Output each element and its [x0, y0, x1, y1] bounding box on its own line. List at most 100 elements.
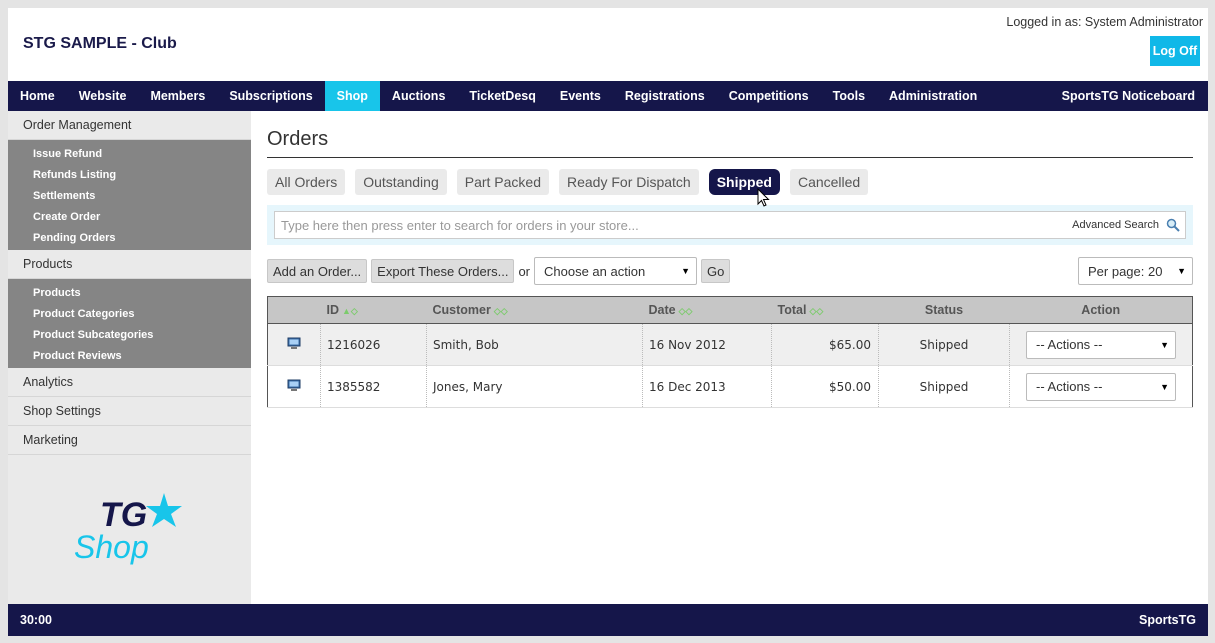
tab-part-packed[interactable]: Part Packed [456, 169, 549, 195]
sort-icon[interactable]: ◇◇ [809, 306, 823, 316]
cell-status: Shipped [878, 323, 1010, 366]
logo-bottom-text: Shop [74, 529, 149, 565]
header: STG SAMPLE - Club Logged in as: System A… [8, 8, 1208, 81]
mouse-cursor-icon [757, 188, 770, 207]
sidebar-section-analytics[interactable]: Analytics [8, 368, 251, 397]
bulk-action-select[interactable]: Choose an action ▼ [534, 257, 697, 285]
header-customer[interactable]: Customer ◇◇ [426, 296, 643, 324]
per-page-select[interactable]: Per page: 20 ▼ [1078, 257, 1193, 285]
nav-item-auctions[interactable]: Auctions [380, 81, 457, 111]
header-icon-col [267, 296, 321, 324]
row-actions-select[interactable]: -- Actions -- ▼ [1026, 330, 1176, 359]
nav-item-website[interactable]: Website [67, 81, 139, 111]
header-total-label: Total [777, 303, 807, 317]
sidebar-section-products[interactable]: Products [8, 250, 251, 279]
page-title: Orders [267, 128, 1193, 158]
logo-star-icon [146, 493, 182, 527]
session-timer: 30:00 [20, 613, 52, 627]
tab-cancelled[interactable]: Cancelled [789, 169, 869, 195]
nav-item-members[interactable]: Members [138, 81, 217, 111]
sidebar-section-marketing[interactable]: Marketing [8, 426, 251, 455]
or-text: or [518, 263, 530, 279]
per-page-value: Per page: 20 [1088, 263, 1163, 279]
search-bar: Advanced Search [267, 205, 1193, 245]
header-id[interactable]: ID ▲◇ [320, 296, 427, 324]
nav-item-registrations[interactable]: Registrations [613, 81, 717, 111]
row-icon-cell [267, 365, 321, 408]
cell-total: $65.00 [771, 323, 879, 366]
add-order-button[interactable]: Add an Order... [267, 259, 368, 283]
sidebar-section-shop-settings[interactable]: Shop Settings [8, 397, 251, 426]
sidebar-item-settlements[interactable]: Settlements [8, 185, 251, 206]
cell-status: Shipped [878, 365, 1010, 408]
logoff-button[interactable]: Log Off [1150, 36, 1200, 66]
row-actions-select[interactable]: -- Actions -- ▼ [1026, 372, 1176, 401]
search-input[interactable] [281, 217, 1041, 233]
sidebar-section-order-management[interactable]: Order Management [8, 111, 251, 140]
row-icon-cell [267, 323, 321, 366]
nav-item-events[interactable]: Events [548, 81, 613, 111]
go-button[interactable]: Go [701, 259, 731, 283]
sidebar-item-product-subcategories[interactable]: Product Subcategories [8, 324, 251, 345]
row-actions-value: -- Actions -- [1036, 337, 1103, 352]
sort-icon[interactable]: ▲◇ [342, 306, 358, 316]
computer-icon[interactable] [287, 337, 301, 350]
cell-customer: Jones, Mary [426, 365, 643, 408]
cell-id: 1216026 [320, 323, 427, 366]
order-management-submenu: Issue Refund Refunds Listing Settlements… [8, 140, 251, 250]
chevron-down-icon: ▼ [1160, 339, 1169, 350]
nav-item-administration[interactable]: Administration [877, 81, 989, 111]
table-header-row: ID ▲◇ Customer ◇◇ Date ◇◇ Total ◇◇ Status Ac… [267, 296, 1193, 324]
cell-action: -- Actions -- ▼ [1009, 323, 1193, 366]
sort-icon[interactable]: ◇◇ [494, 306, 508, 316]
search-icon[interactable] [1166, 218, 1180, 232]
header-id-label: ID [326, 303, 340, 317]
products-submenu: Products Product Categories Product Subc… [8, 279, 251, 368]
sidebar-item-product-categories[interactable]: Product Categories [8, 303, 251, 324]
nav-item-tools[interactable]: Tools [821, 81, 877, 111]
header-action: Action [1009, 296, 1193, 324]
nav-item-competitions[interactable]: Competitions [717, 81, 821, 111]
advanced-search-link[interactable]: Advanced Search [1072, 219, 1159, 231]
nav-item-shop[interactable]: Shop [324, 81, 380, 111]
sidebar-item-issue-refund[interactable]: Issue Refund [8, 143, 251, 164]
sidebar-item-product-reviews[interactable]: Product Reviews [8, 345, 251, 366]
sort-icon[interactable]: ◇◇ [679, 306, 693, 316]
header-date-label: Date [648, 303, 676, 317]
row-actions-value: -- Actions -- [1036, 379, 1103, 394]
header-total[interactable]: Total ◇◇ [771, 296, 879, 324]
header-status: Status [878, 296, 1010, 324]
bulk-action-value: Choose an action [544, 263, 646, 279]
sidebar-item-create-order[interactable]: Create Order [8, 206, 251, 227]
main-content: Orders All Orders Outstanding Part Packe… [267, 111, 1193, 408]
tab-all-orders[interactable]: All Orders [267, 169, 346, 195]
header-date[interactable]: Date ◇◇ [642, 296, 772, 324]
nav-item-home[interactable]: Home [8, 81, 67, 111]
sidebar-item-products[interactable]: Products [8, 282, 251, 303]
cell-action: -- Actions -- ▼ [1009, 365, 1193, 408]
header-customer-label: Customer [432, 303, 491, 317]
nav-item-subscriptions[interactable]: Subscriptions [217, 81, 324, 111]
tg-shop-logo: TG Shop [74, 493, 182, 565]
sidebar: Order Management Issue Refund Refunds Li… [8, 111, 251, 604]
tab-ready-for-dispatch[interactable]: Ready For Dispatch [559, 169, 699, 195]
cell-date: 16 Dec 2013 [642, 365, 772, 408]
nav-item-noticeboard[interactable]: SportsTG Noticeboard [1050, 81, 1208, 111]
tab-outstanding[interactable]: Outstanding [355, 169, 447, 195]
cell-total: $50.00 [771, 365, 879, 408]
cell-customer: Smith, Bob [426, 323, 643, 366]
club-title: STG SAMPLE - Club [23, 35, 177, 52]
search-box: Advanced Search [274, 211, 1186, 239]
sidebar-item-refunds-listing[interactable]: Refunds Listing [8, 164, 251, 185]
table-row: 1216026 Smith, Bob 16 Nov 2012 $65.00 Sh… [267, 323, 1193, 366]
sidebar-item-pending-orders[interactable]: Pending Orders [8, 227, 251, 248]
order-tabs: All Orders Outstanding Part Packed Ready… [267, 169, 1193, 195]
top-nav: Home Website Members Subscriptions Shop … [8, 81, 1208, 111]
export-orders-button[interactable]: Export These Orders... [371, 259, 515, 283]
footer: 30:00 SportsTG [8, 604, 1208, 636]
nav-item-ticketdesq[interactable]: TicketDesq [457, 81, 547, 111]
cell-id: 1385582 [320, 365, 427, 408]
logged-in-text: Logged in as: System Administrator [1006, 15, 1203, 29]
computer-icon[interactable] [287, 379, 301, 392]
chevron-down-icon: ▼ [1160, 381, 1169, 392]
